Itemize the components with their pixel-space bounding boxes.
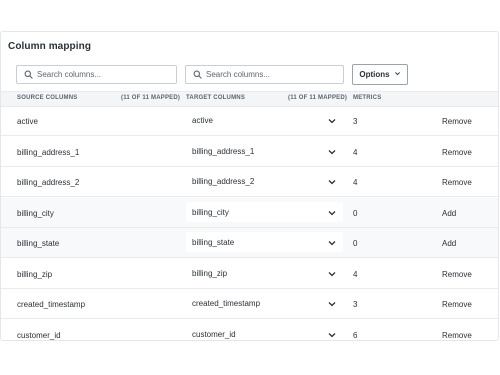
- source-search-field[interactable]: [16, 65, 177, 84]
- target-column-select[interactable]: billing_zip: [186, 262, 343, 283]
- remove-button[interactable]: Remove: [442, 178, 472, 187]
- target-mapped-count: (11 OF 11 MAPPED): [288, 95, 348, 101]
- add-button[interactable]: Add: [442, 209, 456, 218]
- chevron-down-icon: [327, 208, 337, 218]
- metric-count: 4: [353, 269, 358, 279]
- metric-count: 6: [353, 330, 358, 340]
- column-mapping-panel: Column mapping Options SOURCE COLUMNS (1…: [0, 31, 499, 341]
- target-column-select[interactable]: billing_city: [186, 201, 343, 222]
- chevron-down-icon: [327, 177, 337, 187]
- source-column-name: billing_city: [17, 208, 54, 218]
- table-row: billing_zip billing_zip 4 Remove: [1, 259, 498, 289]
- remove-button[interactable]: Remove: [442, 117, 472, 126]
- target-column-select[interactable]: billing_address_2: [186, 171, 343, 191]
- target-column-select[interactable]: customer_id: [186, 323, 343, 340]
- source-columns-header: SOURCE COLUMNS: [17, 95, 78, 101]
- source-column-name: billing_zip: [17, 269, 53, 279]
- metric-count: 0: [353, 239, 358, 248]
- source-column-name: billing_address_2: [17, 178, 80, 187]
- chevron-down-icon: [327, 238, 337, 248]
- options-button[interactable]: Options: [352, 64, 408, 85]
- source-column-name: billing_address_1: [17, 147, 80, 157]
- metric-count: 3: [353, 117, 358, 126]
- table-row: billing_address_1 billing_address_1 4 Remov…: [1, 137, 498, 167]
- target-column-value: billing_zip: [192, 268, 228, 278]
- search-icon: [21, 68, 35, 82]
- target-column-select[interactable]: billing_state: [186, 232, 343, 252]
- options-button-label: Options: [359, 70, 390, 79]
- chevron-down-icon: [327, 147, 337, 157]
- add-button[interactable]: Add: [442, 239, 456, 248]
- target-column-value: billing_address_2: [192, 177, 255, 186]
- target-column-value: created_timestamp: [192, 299, 261, 308]
- target-column-select[interactable]: created_timestamp: [186, 293, 343, 313]
- metrics-header: METRICS: [353, 95, 382, 101]
- target-column-value: active: [192, 116, 213, 125]
- table-row: billing_city billing_city 0 Add: [1, 197, 498, 228]
- chevron-down-icon: [394, 70, 401, 79]
- target-columns-header: TARGET COLUMNS: [186, 95, 246, 101]
- chevron-down-icon: [327, 330, 337, 340]
- remove-button[interactable]: Remove: [442, 300, 472, 309]
- table-row: created_timestamp created_timestamp 3 Remov…: [1, 289, 498, 319]
- table-row: customer_id customer_id 6 Remove: [1, 320, 498, 340]
- metric-count: 0: [353, 208, 358, 218]
- source-column-name: customer_id: [17, 330, 61, 340]
- table-row: billing_address_2 billing_address_2 4 Remov…: [1, 167, 498, 197]
- metric-count: 4: [353, 178, 358, 187]
- target-column-value: billing_address_1: [192, 146, 255, 156]
- chevron-down-icon: [327, 116, 337, 126]
- source-column-name: created_timestamp: [17, 300, 86, 309]
- target-search-input[interactable]: [204, 70, 326, 79]
- source-mapped-count: (11 OF 11 MAPPED): [121, 95, 181, 101]
- panel-title: Column mapping: [8, 41, 92, 52]
- table-row: billing_state billing_state 0 Add: [1, 228, 498, 258]
- target-column-value: customer_id: [192, 329, 236, 339]
- source-search-input[interactable]: [35, 70, 157, 79]
- table-row: active active 3 Remove: [1, 106, 498, 136]
- metric-count: 4: [353, 147, 358, 157]
- remove-button[interactable]: Remove: [442, 148, 472, 157]
- search-icon: [190, 68, 204, 82]
- target-search-field[interactable]: [185, 65, 344, 84]
- chevron-down-icon: [327, 299, 337, 309]
- source-column-name: billing_state: [17, 239, 60, 248]
- remove-button[interactable]: Remove: [442, 331, 472, 340]
- chevron-down-icon: [327, 269, 337, 279]
- remove-button[interactable]: Remove: [442, 270, 472, 279]
- metric-count: 3: [353, 300, 358, 309]
- target-column-select[interactable]: billing_address_1: [186, 140, 343, 161]
- target-column-value: billing_city: [192, 207, 229, 217]
- target-column-select[interactable]: active: [186, 110, 343, 130]
- target-column-value: billing_state: [192, 238, 235, 247]
- table-header: SOURCE COLUMNS (11 OF 11 MAPPED) TARGET …: [1, 91, 498, 107]
- source-column-name: active: [17, 117, 38, 126]
